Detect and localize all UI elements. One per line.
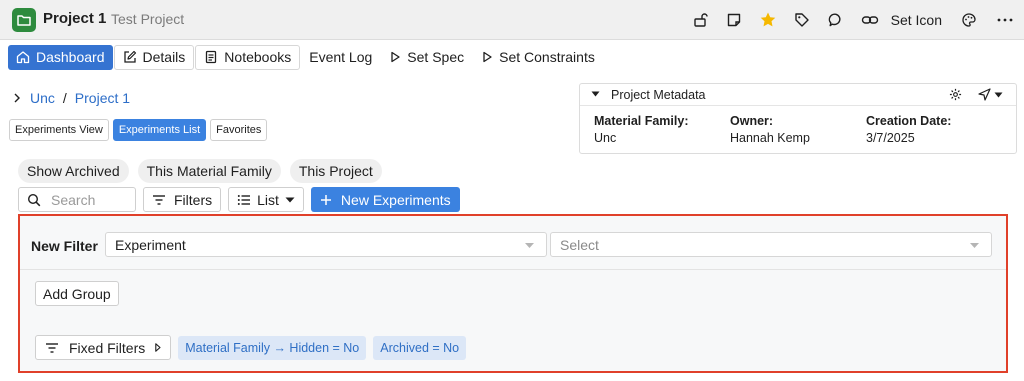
tab-label: Event Log [309,49,373,65]
tab-label: Set Spec [407,49,465,65]
filter-builder: New Filter Experiment Select Add Group F… [18,214,1008,373]
metadata-field-owner: Owner: Hannah Kemp [730,114,810,145]
show-archived-pill[interactable]: Show Archived [18,159,129,183]
more-icon[interactable] [986,0,1024,40]
filters-label: Filters [174,191,213,208]
send-icon [978,88,991,101]
search-input[interactable] [51,191,131,208]
metadata-title: Project Metadata [611,88,706,102]
edit-icon [123,50,137,64]
filter-chip-material-family-hidden[interactable]: Material Family → Hidden = No [178,335,367,360]
metadata-key: Material Family: [594,114,689,128]
filter-value-select[interactable]: Select [550,232,992,257]
plus-icon [320,194,332,206]
set-icon-button[interactable]: Set Icon [887,12,952,28]
caret-down-icon [994,92,1003,98]
breadcrumb: Unc / Project 1 [12,90,130,106]
this-material-family-pill[interactable]: This Material Family [137,159,281,183]
breadcrumb-separator: / [62,90,67,106]
project-subtitle: Test Project [111,11,185,27]
project-name[interactable]: Project 1 [43,10,106,27]
caret-down-icon [285,197,295,203]
tab-label: Details [142,49,186,65]
top-bar: Project 1 Test Project Set Icon [0,0,1024,40]
tab-notebooks[interactable]: Notebooks [195,44,301,70]
filter-icon [45,342,59,354]
tab-set-constraints[interactable]: Set Constraints [473,45,603,70]
play-icon [389,51,401,63]
experiments-list-button[interactable]: Experiments List [112,119,207,141]
this-project-pill[interactable]: This Project [289,159,382,183]
lock-open-icon[interactable] [683,0,717,40]
play-icon [481,51,493,63]
tab-dashboard[interactable]: Dashboard [8,44,113,70]
caret-right-icon [155,343,161,352]
home-icon [16,50,30,64]
new-experiments-button[interactable]: New Experiments [310,187,460,212]
search-box[interactable] [18,187,136,212]
tab-label: Notebooks [224,49,292,65]
filter-field-select[interactable]: Experiment [105,232,547,257]
filter-chip-archived[interactable]: Archived = No [373,335,467,360]
tab-set-spec[interactable]: Set Spec [381,45,472,70]
tab-label: Dashboard [36,49,105,65]
new-filter-row: New Filter Experiment Select [20,216,1006,270]
main-tabs: Dashboard Details Notebooks Event Log Se… [8,44,604,70]
fixed-filters-button[interactable]: Fixed Filters [35,335,172,360]
metadata-key: Creation Date: [866,114,952,128]
gear-icon[interactable] [949,88,962,101]
caret-down-icon [970,243,979,248]
filter-field-value: Experiment [115,236,186,253]
metadata-field-material-family: Material Family: Unc [594,114,688,145]
note-icon[interactable] [717,0,751,40]
view-toggle: Experiments View Experiments List Favori… [9,119,268,141]
favorites-button[interactable]: Favorites [210,119,268,141]
chevron-right-icon[interactable] [12,92,22,104]
filters-button[interactable]: Filters [143,187,222,212]
tab-label: Set Constraints [499,49,595,65]
new-filter-label: New Filter [31,238,98,254]
search-icon [27,193,41,207]
filter-icon [152,194,166,206]
scope-pills: Show Archived This Material Family This … [18,159,382,183]
fixed-filters-label: Fixed Filters [69,339,146,356]
filter-value-placeholder: Select [560,236,599,253]
list-icon [237,194,251,206]
project-metadata-panel: Project Metadata Material Family: Unc Ow… [579,83,1017,154]
fixed-filters-row: Fixed Filters Material Family → Hidden =… [35,335,467,360]
folder-icon [12,8,36,32]
experiments-toolbar: Filters List New Experiments [18,187,460,212]
comment-icon[interactable] [819,0,853,40]
metadata-field-creation-date: Creation Date: 3/7/2025 [866,114,951,145]
link-icon[interactable] [853,0,887,40]
tab-event-log[interactable]: Event Log [301,45,380,70]
metadata-key: Owner: [730,114,774,128]
metadata-value: Hannah Kemp [730,131,810,145]
list-view-dropdown[interactable]: List [228,187,304,212]
tag-icon[interactable] [785,0,819,40]
breadcrumb-project[interactable]: Project 1 [75,90,130,106]
notebook-icon [204,50,218,64]
experiments-view-button[interactable]: Experiments View [9,119,109,141]
caret-down-icon[interactable] [591,91,600,97]
add-group-button[interactable]: Add Group [35,281,119,306]
share-menu[interactable] [978,88,1003,101]
caret-down-icon [525,243,534,248]
metadata-value: 3/7/2025 [866,131,915,145]
list-label: List [257,191,279,208]
star-icon[interactable] [751,0,785,40]
tab-details[interactable]: Details [113,44,195,70]
breadcrumb-material-family[interactable]: Unc [30,90,55,106]
palette-icon[interactable] [952,0,986,40]
new-experiments-label: New Experiments [340,191,451,208]
metadata-header[interactable]: Project Metadata [580,84,1016,106]
metadata-value: Unc [594,131,617,145]
